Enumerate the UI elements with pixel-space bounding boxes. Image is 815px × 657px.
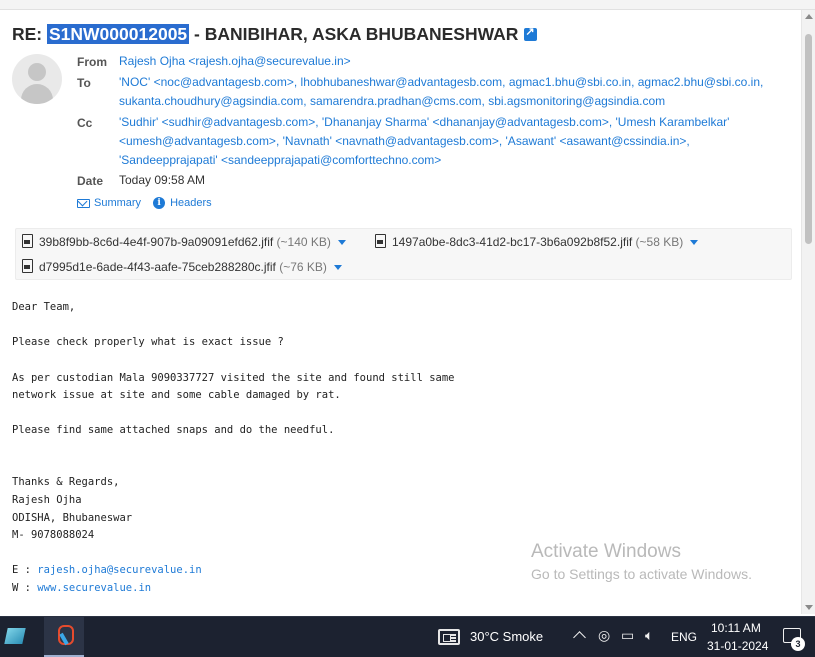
open-in-new-window-icon[interactable] — [524, 25, 538, 41]
header-view-links: Summary i Headers — [77, 197, 212, 210]
clock-date[interactable]: 31-01-2024 — [707, 639, 768, 653]
envelope-icon — [77, 198, 90, 208]
activate-windows-subtitle: Go to Settings to activate Windows. — [531, 566, 752, 582]
subject-rest: - BANIBIHAR, ASKA BHUBANESHWAR — [189, 24, 519, 44]
signature-line: Thanks & Regards, — [12, 476, 120, 488]
network-icon[interactable]: ▭ — [621, 628, 634, 644]
activate-windows-title: Activate Windows — [531, 541, 681, 562]
signature-web-link[interactable]: www.securevalue.in — [37, 582, 151, 594]
volume-icon[interactable]: 🔈︎ — [645, 628, 653, 644]
from-value[interactable]: Rajesh Ojha <rajesh.ojha@securevalue.in> — [119, 52, 351, 71]
attachment-name[interactable]: 1497a0be-8dc3-41d2-bc17-3b6a092b8f52.jfi… — [392, 235, 632, 249]
attachment-menu-caret-icon[interactable] — [333, 265, 342, 270]
email-prefix: E : — [12, 564, 38, 576]
to-recipients-line-1[interactable]: 'NOC' <noc@advantagesb.com>, lhobhubanes… — [119, 73, 763, 92]
attachment-item[interactable]: 1497a0be-8dc3-41d2-bc17-3b6a092b8f52.jfi… — [375, 234, 699, 249]
signature-email-link[interactable]: rajesh.ojha@securevalue.in — [37, 564, 201, 576]
scroll-thumb[interactable] — [805, 34, 812, 244]
email-subject: RE: S1NW000012005 - BANIBIHAR, ASKA BHUB… — [12, 24, 538, 45]
subject-ticket-selected[interactable]: S1NW000012005 — [47, 24, 190, 44]
cc-recipients-line-2[interactable]: <umesh@advantagesb.com>, 'Navnath' <navn… — [119, 132, 690, 151]
body-line: Please find same attached snaps and do t… — [12, 424, 335, 436]
windows-taskbar: 30°C Smoke ◎ ▭ 🔈︎ ENG 10:11 AM 31-01-202… — [0, 616, 815, 657]
subject-prefix: RE: — [12, 24, 47, 44]
weather-text[interactable]: 30°C Smoke — [470, 629, 543, 644]
attachments-panel: 39b8f9bb-8c6d-4e4f-907b-9a09091efd62.jfi… — [15, 228, 792, 280]
window-top-strip — [0, 0, 815, 10]
clock-time[interactable]: 10:11 AM — [711, 621, 761, 635]
meet-now-icon[interactable]: ◎ — [598, 628, 610, 644]
body-line: network issue at site and some cable dam… — [12, 389, 341, 401]
file-icon — [22, 234, 33, 248]
from-label: From — [77, 55, 107, 69]
signature-web-line: W : www.securevalue.in — [12, 580, 151, 598]
scroll-up-arrow-icon[interactable] — [805, 14, 813, 19]
sender-avatar — [12, 54, 62, 104]
file-icon — [22, 259, 33, 273]
weather-icon[interactable] — [438, 629, 460, 645]
headers-link[interactable]: Headers — [170, 197, 212, 209]
attachment-menu-caret-icon[interactable] — [690, 240, 699, 245]
signature-email-line: E : rajesh.ojha@securevalue.in — [12, 562, 202, 580]
scroll-down-arrow-icon[interactable] — [805, 605, 813, 610]
to-label: To — [77, 76, 91, 90]
attachment-item[interactable]: d7995d1e-6ade-4f43-aafe-75ceb288280c.jfi… — [22, 259, 342, 274]
signature-name: Rajesh Ojha — [12, 494, 82, 506]
attachment-name[interactable]: d7995d1e-6ade-4f43-aafe-75ceb288280c.jfi… — [39, 260, 276, 274]
attachment-menu-caret-icon[interactable] — [337, 240, 346, 245]
avatar-torso — [21, 84, 53, 104]
date-value: Today 09:58 AM — [119, 173, 206, 187]
notification-count-badge: 3 — [791, 637, 805, 651]
web-prefix: W : — [12, 582, 38, 594]
to-recipients-line-2[interactable]: sukanta.choudhury@agsindia.com, samarend… — [119, 92, 665, 111]
date-label: Date — [77, 174, 104, 188]
signature-location: ODISHA, Bhubaneswar — [12, 512, 133, 524]
language-indicator[interactable]: ENG — [671, 630, 697, 644]
summary-link[interactable]: Summary — [94, 197, 141, 209]
info-icon: i — [153, 197, 166, 210]
avatar-head — [28, 63, 46, 81]
cc-recipients-line-1[interactable]: 'Sudhir' <sudhir@advantagesb.com>, 'Dhan… — [119, 113, 729, 132]
attachment-size: (~76 KB) — [279, 260, 327, 274]
cc-label: Cc — [77, 116, 93, 130]
attachment-size: (~140 KB) — [276, 235, 331, 249]
body-line: As per custodian Mala 9090337727 visited… — [12, 372, 455, 384]
attachment-item[interactable]: 39b8f9bb-8c6d-4e4f-907b-9a09091efd62.jfi… — [22, 234, 346, 249]
snipping-tool-icon — [55, 625, 74, 645]
vertical-scrollbar[interactable] — [801, 10, 815, 614]
show-hidden-icons-chevron-icon[interactable] — [573, 631, 586, 644]
attachment-name[interactable]: 39b8f9bb-8c6d-4e4f-907b-9a09091efd62.jfi… — [39, 235, 273, 249]
body-line: Please check properly what is exact issu… — [12, 336, 284, 348]
signature-mobile: M- 9078088024 — [12, 529, 95, 541]
file-icon — [375, 234, 386, 248]
cc-recipients-line-3[interactable]: 'Sandeepprajapati' <sandeepprajapati@com… — [119, 151, 441, 170]
body-greeting: Dear Team, — [12, 301, 76, 313]
taskbar-app-icon[interactable] — [4, 626, 26, 646]
taskbar-active-app-icon[interactable] — [44, 617, 84, 657]
attachment-size: (~58 KB) — [635, 235, 684, 249]
